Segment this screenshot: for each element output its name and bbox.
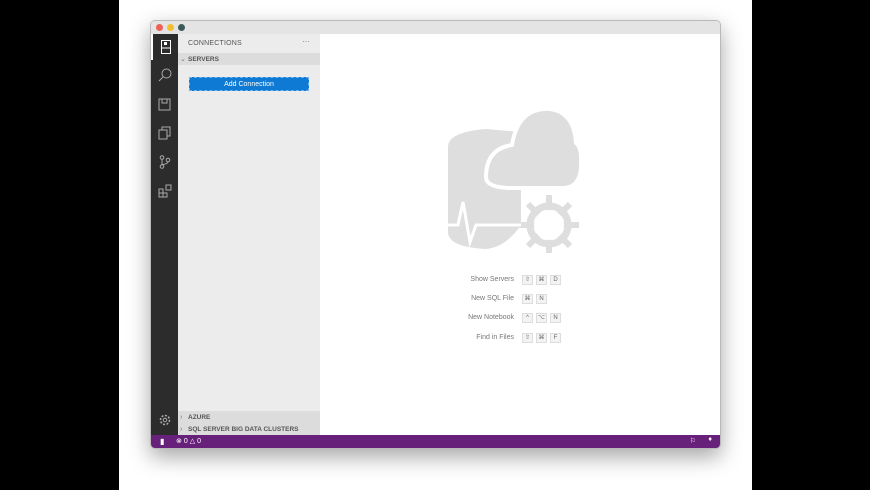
feedback-icon[interactable]: ⚐ bbox=[690, 437, 696, 445]
keycap: ⌘ bbox=[522, 293, 533, 304]
chevron-right-icon: › bbox=[180, 425, 183, 433]
keycap: F bbox=[550, 332, 561, 343]
sidebar-title: CONNECTIONS bbox=[188, 40, 242, 47]
shortcut-label: Show Servers bbox=[470, 276, 514, 283]
notifications-bell-icon[interactable]: ♦ bbox=[708, 436, 712, 443]
keycap: ⇧ bbox=[522, 332, 533, 343]
shortcut-row[interactable]: New Notebook ^ ⌥ N bbox=[420, 312, 620, 323]
servers-label: SERVERS bbox=[188, 55, 219, 63]
error-count: 0 bbox=[183, 437, 188, 445]
connections-sidebar: CONNECTIONS ··· ⌄ SERVERS Add Connection… bbox=[178, 34, 320, 435]
chevron-right-icon: › bbox=[180, 413, 183, 421]
keycap: N bbox=[536, 293, 547, 304]
connections-icon[interactable] bbox=[151, 34, 178, 60]
shortcut-label: Find in Files bbox=[476, 334, 514, 341]
big-data-clusters-label: SQL SERVER BIG DATA CLUSTERS bbox=[188, 425, 299, 433]
warning-icon: △ bbox=[189, 438, 196, 445]
problems-indicator[interactable]: ⊗ 0 △ 0 bbox=[176, 437, 202, 446]
activity-bar bbox=[151, 34, 178, 435]
explorer-icon[interactable] bbox=[151, 120, 178, 146]
shortcut-row[interactable]: New SQL File ⌘ N bbox=[420, 293, 620, 304]
big-data-clusters-section-header[interactable]: › SQL SERVER BIG DATA CLUSTERS bbox=[178, 423, 320, 435]
keycap: ⌘ bbox=[536, 274, 547, 285]
editor-area: Show Servers ⇧ ⌘ D New SQL File ⌘ N New Noteboo… bbox=[320, 34, 720, 435]
zoom-button[interactable] bbox=[178, 24, 185, 31]
title-bar bbox=[151, 21, 720, 34]
source-control-icon[interactable] bbox=[151, 149, 178, 175]
search-icon[interactable] bbox=[151, 62, 178, 88]
servers-section-header[interactable]: ⌄ SERVERS bbox=[178, 53, 320, 65]
close-button[interactable] bbox=[156, 24, 163, 31]
keycap: N bbox=[550, 312, 561, 323]
shortcut-label: New SQL File bbox=[471, 295, 514, 302]
warning-count: 0 bbox=[197, 437, 202, 445]
minimize-button[interactable] bbox=[167, 24, 174, 31]
settings-gear-icon[interactable] bbox=[151, 407, 178, 433]
keycap: D bbox=[550, 274, 561, 285]
azure-section-header[interactable]: › AZURE bbox=[178, 411, 320, 423]
status-bar: ▮ ⊗ 0 △ 0 ⚐ ♦ bbox=[151, 435, 720, 448]
shortcut-row[interactable]: Show Servers ⇧ ⌘ D bbox=[420, 274, 620, 285]
shortcut-label: New Notebook bbox=[468, 314, 514, 321]
keycap: ⌥ bbox=[536, 312, 547, 323]
keycap: ⌘ bbox=[536, 332, 547, 343]
app-window: CONNECTIONS ··· ⌄ SERVERS Add Connection… bbox=[150, 20, 721, 449]
connection-status-icon[interactable]: ▮ bbox=[160, 437, 164, 446]
azure-data-studio-watermark-icon bbox=[448, 107, 582, 253]
error-icon: ⊗ bbox=[176, 438, 182, 445]
add-connection-button[interactable]: Add Connection bbox=[189, 77, 309, 91]
azure-label: AZURE bbox=[188, 413, 211, 421]
keycap: ⇧ bbox=[522, 274, 533, 285]
extensions-icon[interactable] bbox=[151, 178, 178, 204]
more-actions-icon[interactable]: ··· bbox=[302, 37, 310, 46]
shortcut-row[interactable]: Find in Files ⇧ ⌘ F bbox=[420, 332, 620, 343]
keycap: ^ bbox=[522, 312, 533, 323]
chevron-down-icon: ⌄ bbox=[180, 56, 186, 63]
notebook-icon[interactable] bbox=[151, 91, 178, 117]
